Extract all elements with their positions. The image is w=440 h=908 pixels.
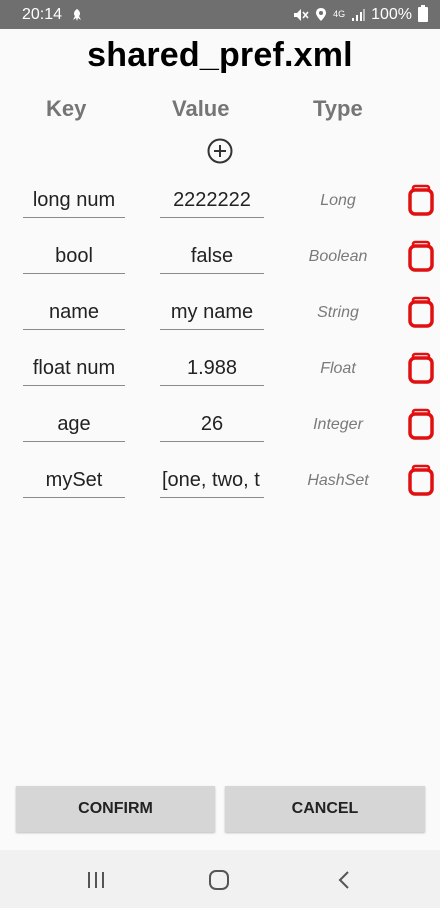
value-field[interactable]: 1.988 [160, 354, 264, 386]
home-icon[interactable] [207, 868, 231, 892]
key-field[interactable]: bool [23, 242, 125, 274]
add-entry-button[interactable] [206, 137, 234, 165]
trash-icon [408, 240, 434, 272]
trash-icon [408, 352, 434, 384]
battery-percent: 100% [371, 5, 412, 23]
key-field[interactable]: mySet [23, 466, 125, 498]
status-bar-right: 4G 100% [293, 5, 428, 24]
cancel-button[interactable]: CANCEL [225, 786, 425, 832]
table-row: float num 1.988 Float [0, 348, 440, 404]
trash-icon [408, 464, 434, 496]
table-row: long num 2222222 Long [0, 180, 440, 236]
navigation-bar [0, 850, 440, 908]
type-label: Boolean [308, 248, 368, 265]
header-value: Value [172, 96, 230, 121]
status-time: 20:14 [22, 5, 63, 23]
column-headers: Key Value Type [0, 96, 440, 122]
trash-icon [408, 184, 434, 216]
location-icon [315, 7, 327, 22]
delete-button[interactable] [407, 464, 435, 496]
trash-icon [408, 408, 434, 440]
delete-button[interactable] [407, 240, 435, 272]
status-bar-left: 20:14 [22, 6, 84, 24]
type-label: Integer [313, 416, 363, 433]
delete-button[interactable] [407, 408, 435, 440]
signal-icon [351, 8, 366, 22]
key-field[interactable]: name [23, 298, 125, 330]
key-field[interactable]: age [23, 410, 125, 442]
table-row: age 26 Integer [0, 404, 440, 460]
value-field[interactable]: my name [160, 298, 264, 330]
value-field[interactable]: false [160, 242, 264, 274]
add-circle-icon [207, 138, 233, 164]
delete-button[interactable] [407, 296, 435, 328]
type-label: HashSet [307, 472, 369, 489]
page-title: shared_pref.xml [87, 36, 353, 74]
header-type: Type [313, 96, 363, 121]
network-4g-icon: 4G [333, 10, 345, 19]
battery-icon [418, 5, 428, 22]
key-field[interactable]: long num [23, 186, 125, 218]
table-row: mySet [one, two, t HashSet [0, 460, 440, 516]
trash-icon [408, 296, 434, 328]
key-field[interactable]: float num [23, 354, 125, 386]
confirm-button[interactable]: CONFIRM [16, 786, 215, 832]
header-key: Key [46, 96, 87, 121]
type-label: Float [320, 360, 356, 377]
type-label: Long [320, 192, 356, 209]
back-icon[interactable] [333, 868, 357, 892]
delete-button[interactable] [407, 184, 435, 216]
value-field[interactable]: 26 [160, 410, 264, 442]
status-bar: 20:14 4G 100% [0, 0, 440, 29]
action-bar: CONFIRM CANCEL [0, 786, 440, 832]
table-row: bool false Boolean [0, 236, 440, 292]
network-label: 4G [333, 9, 346, 19]
value-field[interactable]: 2222222 [160, 186, 264, 218]
type-label: String [317, 304, 359, 321]
table-row: name my name String [0, 292, 440, 348]
delete-button[interactable] [407, 352, 435, 384]
pref-list: long num 2222222 Long bool false Boolean… [0, 180, 440, 516]
mute-icon [293, 8, 309, 22]
notification-icon [70, 8, 84, 22]
value-field[interactable]: [one, two, t [160, 466, 264, 498]
recent-apps-icon[interactable] [84, 868, 108, 892]
